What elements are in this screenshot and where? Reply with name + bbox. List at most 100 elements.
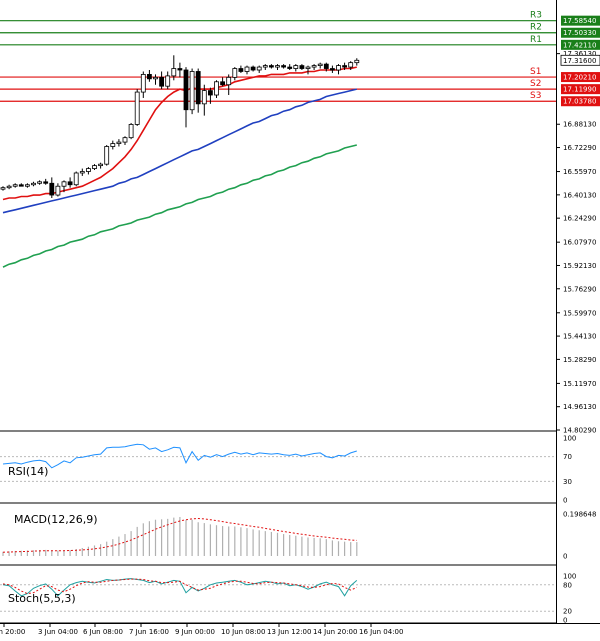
candle-body: [18, 184, 24, 187]
level-price-label-r2: 17.50330: [563, 29, 596, 37]
time-tick-label: 6 Jun 08:00: [83, 628, 123, 636]
level-name-s1: S1: [530, 67, 541, 77]
level-price-label-s1: 17.20210: [563, 74, 596, 82]
price-tick-label: 16.55970: [563, 168, 596, 176]
candle-body: [86, 168, 91, 172]
price-tick-label: 14.96130: [563, 403, 596, 411]
time-tick-label: 13 Jun 12:00: [267, 628, 311, 636]
price-tick-label: 15.92130: [563, 262, 596, 270]
macd-tick-label: 0.198648: [563, 511, 596, 519]
candle: [189, 68, 195, 115]
price-tick-label: 16.24290: [563, 215, 596, 223]
time-tick-label: 7 Jun 16:00: [129, 628, 169, 636]
candle: [134, 89, 140, 126]
candle-body: [37, 181, 42, 184]
candle-body: [201, 90, 207, 105]
stoch-tick-label: 80: [563, 581, 572, 589]
candle-body: [55, 185, 61, 196]
candle-body: [6, 185, 12, 189]
rsi-label: RSI(14): [8, 465, 48, 478]
stoch-label: Stoch(5,5,3): [8, 592, 76, 605]
candle-body: [128, 124, 134, 139]
time-tick-label: 3 Jun 04:00: [38, 628, 78, 636]
candle-body: [0, 187, 6, 190]
chart-background: [0, 0, 600, 641]
candle-body: [317, 63, 323, 66]
candle-body: [244, 66, 250, 72]
candle-body: [92, 165, 97, 169]
candle-body: [323, 63, 329, 69]
candle-body: [348, 62, 354, 68]
candle-body: [189, 71, 195, 111]
level-name-s2: S2: [530, 79, 541, 89]
candle: [128, 122, 134, 140]
level-price-label-s2: 17.11990: [563, 86, 596, 94]
price-tick-label: 15.44130: [563, 333, 596, 341]
candle-body: [171, 68, 177, 77]
candle-body: [140, 74, 146, 93]
candle-body: [232, 68, 238, 78]
level-price-label-r3: 17.58540: [563, 17, 596, 25]
price-tick-label: 16.40130: [563, 191, 596, 199]
candle-body: [165, 75, 171, 87]
current-price-label: 17.31600: [563, 57, 596, 65]
candle-body: [61, 181, 67, 187]
time-tick-label: Jun 20:00: [0, 628, 25, 636]
macd-label: MACD(12,26,9): [14, 513, 98, 526]
rsi-tick-label: 100: [563, 435, 576, 443]
candle-body: [214, 81, 219, 96]
price-tick-label: 14.80290: [563, 427, 596, 435]
candle-body: [329, 68, 335, 71]
candle-body: [153, 76, 158, 80]
candle-body: [67, 181, 73, 186]
candle-body: [49, 182, 55, 196]
level-name-r3: R3: [530, 11, 542, 21]
price-tick-label: 15.28290: [563, 356, 596, 364]
candle-body: [183, 69, 189, 111]
candle-body: [336, 65, 341, 71]
candle-body: [43, 181, 49, 184]
rsi-tick-label: 0: [563, 497, 567, 505]
candle-body: [146, 74, 152, 80]
candle-body: [342, 65, 348, 68]
level-name-s3: S3: [530, 91, 541, 101]
candle-body: [293, 65, 299, 69]
candle-body: [159, 76, 165, 87]
price-tick-label: 16.88130: [563, 121, 596, 129]
time-tick-label: 16 Jun 04:00: [359, 628, 403, 636]
stoch-tick-label: 100: [563, 573, 576, 581]
candle-body: [122, 137, 128, 143]
candle-body: [268, 65, 274, 68]
candle-body: [195, 71, 201, 105]
candle-body: [73, 172, 79, 186]
candle-body: [299, 65, 305, 69]
candle-body: [305, 66, 311, 69]
candle-body: [177, 68, 183, 71]
price-tick-label: 15.11970: [563, 380, 596, 388]
candle: [73, 171, 79, 187]
macd-tick-label: 0: [563, 553, 567, 561]
candle-body: [134, 91, 140, 125]
candle-body: [110, 143, 116, 147]
candle-body: [12, 184, 18, 187]
level-name-r1: R1: [530, 35, 542, 45]
stoch-tick-label: 20: [563, 608, 572, 616]
candle-body: [207, 90, 213, 96]
candle-body: [262, 65, 268, 68]
candle-body: [275, 65, 280, 68]
price-tick-label: 16.72290: [563, 144, 596, 152]
candle-body: [220, 81, 226, 86]
time-tick-label: 14 Jun 20:00: [313, 628, 357, 636]
candle-body: [250, 66, 256, 71]
candle-body: [226, 76, 232, 86]
stoch-tick-label: 0: [563, 617, 567, 625]
level-price-label-s3: 17.03780: [563, 98, 596, 106]
candle-body: [98, 163, 103, 167]
time-tick-label: 9 Jun 00:00: [175, 628, 215, 636]
candle-body: [287, 66, 293, 69]
candle-body: [281, 65, 287, 68]
candle-body: [104, 146, 110, 165]
candle-body: [354, 59, 360, 64]
price-chart: R3 R2 R1 S1 S2 S3 RSI(14) MACD(12,26,9) Stoch…: [0, 0, 600, 641]
candle-body: [24, 184, 30, 187]
